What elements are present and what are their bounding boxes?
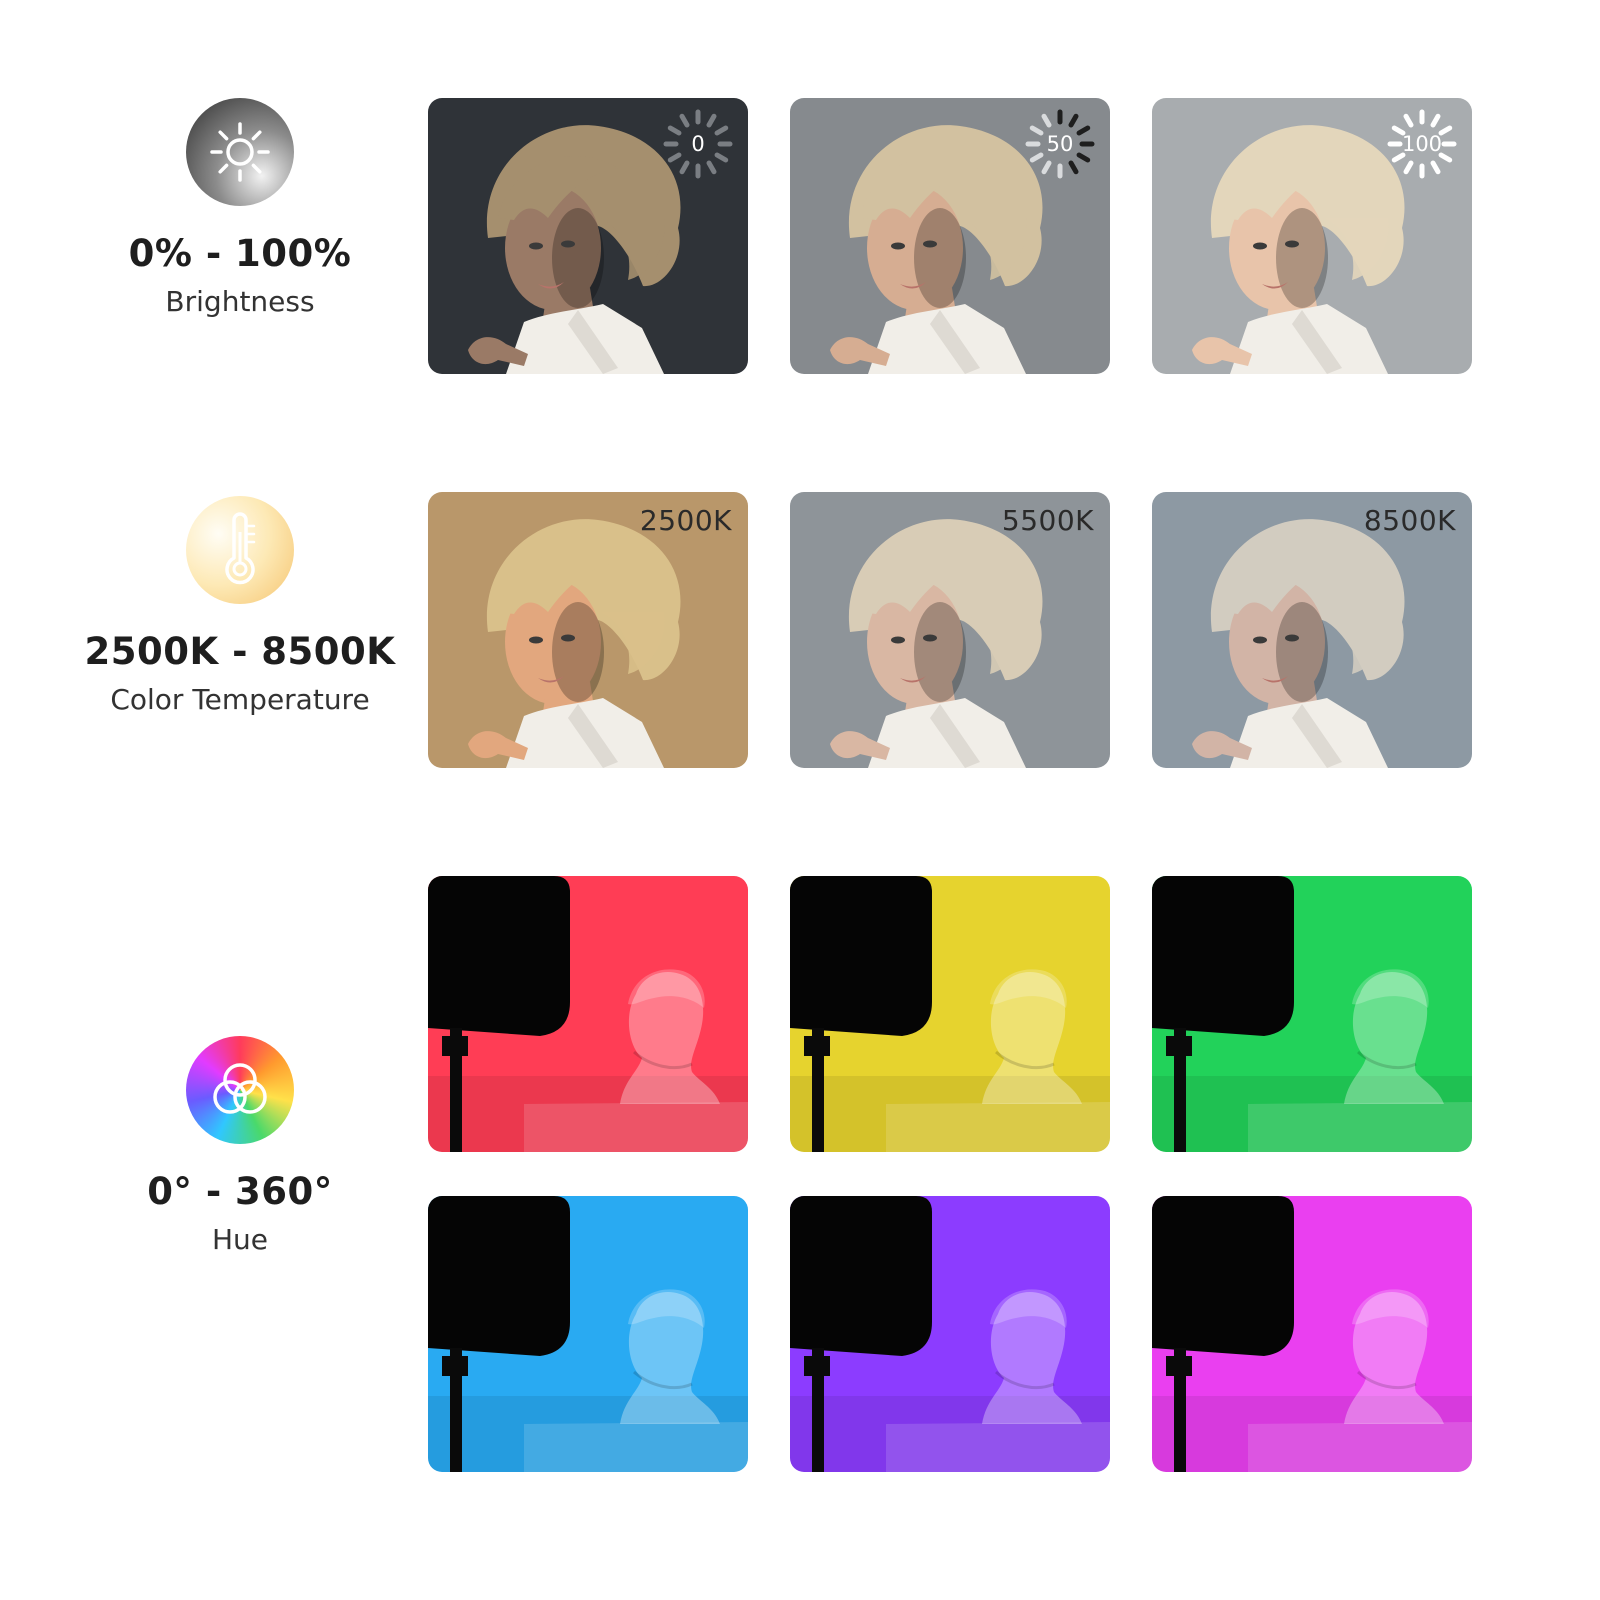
- brightness-tile-0: 0: [428, 98, 748, 374]
- brightness-badge: 100: [1386, 108, 1458, 180]
- brightness-badge: 0: [662, 108, 734, 180]
- color-temperature-range: 2500K - 8500K: [84, 630, 396, 673]
- studio-bust-photo: [428, 1196, 748, 1472]
- brightness-tile-100: 100: [1152, 98, 1472, 374]
- brightness-range: 0% - 100%: [128, 232, 352, 275]
- hue-tile-magenta: [1152, 1196, 1472, 1472]
- color-temperature-feature: 2500K - 8500K Color Temperature: [80, 496, 400, 716]
- studio-bust-photo: [790, 1196, 1110, 1472]
- temperature-tile-2500k: 2500K: [428, 492, 748, 768]
- hue-tile-green: [1152, 876, 1472, 1152]
- hue-feature: 0° - 360° Hue: [80, 1036, 400, 1256]
- color-circles-icon: [186, 1036, 294, 1144]
- temperature-label: 2500K: [639, 504, 732, 537]
- sun-icon: [186, 98, 294, 206]
- brightness-badge: 50: [1024, 108, 1096, 180]
- temperature-label: 5500K: [1001, 504, 1094, 537]
- hue-tile-yellow: [790, 876, 1110, 1152]
- studio-bust-photo: [790, 876, 1110, 1152]
- studio-bust-photo: [1152, 1196, 1472, 1472]
- thermometer-icon: [186, 496, 294, 604]
- brightness-tile-50: 50: [790, 98, 1110, 374]
- color-temperature-label: Color Temperature: [110, 683, 370, 716]
- hue-tile-red: [428, 876, 748, 1152]
- temperature-tile-8500k: 8500K: [1152, 492, 1472, 768]
- hue-tile-blue: [428, 1196, 748, 1472]
- hue-label: Hue: [211, 1223, 269, 1256]
- temperature-label: 8500K: [1363, 504, 1456, 537]
- temperature-tile-5500k: 5500K: [790, 492, 1110, 768]
- hue-range: 0° - 360°: [147, 1170, 333, 1213]
- studio-bust-photo: [1152, 876, 1472, 1152]
- studio-bust-photo: [428, 876, 748, 1152]
- hue-tile-purple: [790, 1196, 1110, 1472]
- brightness-feature: 0% - 100% Brightness: [80, 98, 400, 318]
- brightness-label: Brightness: [165, 285, 315, 318]
